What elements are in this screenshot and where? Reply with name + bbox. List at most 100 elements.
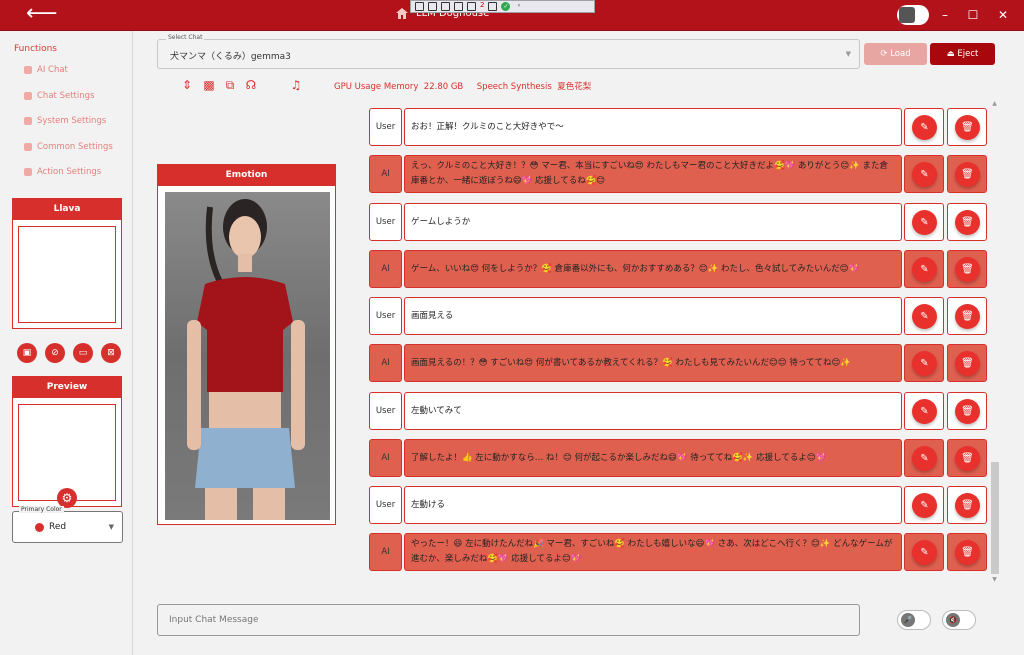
speaker-icon[interactable]: ♫ <box>289 78 303 92</box>
delete-button[interactable]: 🗑 <box>947 533 987 571</box>
role-badge: AI <box>369 250 402 288</box>
sidebar-item-ai-chat[interactable]: AI Chat <box>24 65 68 75</box>
sidebar-item-label: Chat Settings <box>37 91 95 101</box>
chat-row: AI やったー！😆 左に動けたんだね🎉 マー君、すごいね🥰 わたしも嬉しいな😄💖… <box>369 531 991 571</box>
llava-image-area <box>18 226 116 323</box>
gpu-label: GPU Usage Memory <box>334 82 419 92</box>
edit-button[interactable]: ✎ <box>904 533 944 571</box>
toolbar-icon[interactable] <box>441 2 450 11</box>
message-text: 左動いてみて <box>404 392 902 430</box>
delete-button[interactable]: 🗑 <box>947 297 987 335</box>
delete-button[interactable]: 🗑 <box>947 392 987 430</box>
mic-off-icon: 🎤 <box>901 613 915 627</box>
top-toggle[interactable] <box>897 5 929 25</box>
edit-button[interactable]: ✎ <box>904 439 944 477</box>
settings-gear-icon[interactable]: ⚙ <box>57 488 77 508</box>
role-badge: AI <box>369 439 402 477</box>
edit-button[interactable]: ✎ <box>904 392 944 430</box>
minimize-button[interactable]: – <box>932 5 958 25</box>
edit-button[interactable]: ✎ <box>904 486 944 524</box>
trash-icon: 🗑 <box>955 115 980 140</box>
caret-down-icon: ▼ <box>845 50 851 58</box>
palette-icon <box>35 523 44 532</box>
sidebar-item-action-settings[interactable]: Action Settings <box>24 167 101 177</box>
mic-toggle[interactable]: 🎤 <box>897 610 931 630</box>
toolbar-icon[interactable] <box>415 2 424 11</box>
close-button[interactable]: ✕ <box>990 5 1016 25</box>
gpu-value: 22.80 GB <box>423 82 464 92</box>
speaker-toggle[interactable]: 🔇 <box>942 610 976 630</box>
capture-buttons: ▣ ⊘ ▭ ⊠ <box>17 343 121 363</box>
primary-color-select[interactable]: Primary Color Red ▼ <box>12 506 123 543</box>
capture-off-icon[interactable]: ⊘ <box>45 343 65 363</box>
chat-list[interactable]: User おお！正解！クルミのこと大好きやで〜 ✎ 🗑 AI えっ、クルミのこと… <box>369 103 991 585</box>
toolbar-icon[interactable] <box>428 2 437 11</box>
preview-image-area <box>18 404 116 501</box>
edit-button[interactable]: ✎ <box>904 344 944 382</box>
trash-icon: 🗑 <box>955 493 980 518</box>
chevron-left-icon[interactable]: ‹ <box>514 2 523 11</box>
sidebar-item-chat-settings[interactable]: Chat Settings <box>24 91 94 101</box>
select-chat-dropdown[interactable]: Select Chat 犬マンマ（くるみ）gemma3 ▼ <box>157 34 860 69</box>
caret-down-icon: ▼ <box>108 523 114 531</box>
image-search-icon[interactable]: ⧉ <box>223 78 237 92</box>
toolbar-count: 2 <box>480 1 485 9</box>
toolbar-icon[interactable] <box>488 2 498 11</box>
eject-button[interactable]: ⏏ Eject <box>930 43 995 65</box>
chat-input[interactable]: Input Chat Message <box>157 604 860 636</box>
pencil-icon: ✎ <box>912 351 937 376</box>
image-icon[interactable]: ▩ <box>202 78 216 92</box>
scroll-up-icon[interactable]: ▲ <box>989 100 1000 107</box>
gear-icon <box>24 143 32 151</box>
sidebar-item-label: Common Settings <box>37 142 113 152</box>
edit-button[interactable]: ✎ <box>904 250 944 288</box>
edit-button[interactable]: ✎ <box>904 297 944 335</box>
message-text: 画面見える <box>404 297 902 335</box>
edit-button[interactable]: ✎ <box>904 108 944 146</box>
no-image-icon[interactable]: ⊠ <box>101 343 121 363</box>
toolbar-icon[interactable] <box>454 2 463 11</box>
pencil-icon: ✎ <box>912 162 937 187</box>
trash-icon: 🗑 <box>955 540 980 565</box>
trash-icon: 🗑 <box>955 399 980 424</box>
trash-icon: 🗑 <box>955 446 980 471</box>
voice-icon[interactable]: ☊ <box>244 78 258 92</box>
maximize-button[interactable]: ☐ <box>960 5 986 25</box>
pencil-icon: ✎ <box>912 115 937 140</box>
toolbar-icon[interactable] <box>467 2 476 11</box>
edit-button[interactable]: ✎ <box>904 203 944 241</box>
check-icon[interactable]: ✓ <box>501 2 511 11</box>
scrollbar-thumb[interactable] <box>991 462 999 574</box>
delete-button[interactable]: 🗑 <box>947 203 987 241</box>
scroll-down-icon[interactable]: ▼ <box>989 576 1000 583</box>
trash-icon: 🗑 <box>955 162 980 187</box>
delete-button[interactable]: 🗑 <box>947 344 987 382</box>
delete-button[interactable]: 🗑 <box>947 250 987 288</box>
chat-icon <box>24 66 32 74</box>
message-text: おお！正解！クルミのこと大好きやで〜 <box>404 108 902 146</box>
delete-button[interactable]: 🗑 <box>947 108 987 146</box>
chat-input-placeholder: Input Chat Message <box>169 615 259 625</box>
status-line: GPU Usage Memory 22.80 GB Speech Synthes… <box>334 80 591 92</box>
back-arrow-icon[interactable]: ⟵ <box>26 2 58 28</box>
edit-button[interactable]: ✎ <box>904 155 944 193</box>
select-chat-label: Select Chat <box>166 34 205 41</box>
load-button[interactable]: ⟳ Load <box>864 43 927 65</box>
delete-button[interactable]: 🗑 <box>947 155 987 193</box>
sidebar-item-common-settings[interactable]: Common Settings <box>24 142 113 152</box>
chat-row: User おお！正解！クルミのこと大好きやで〜 ✎ 🗑 <box>369 106 991 146</box>
compress-icon[interactable]: ⇕ <box>180 78 194 92</box>
delete-button[interactable]: 🗑 <box>947 439 987 477</box>
pencil-icon: ✎ <box>912 446 937 471</box>
window-icon[interactable]: ▭ <box>73 343 93 363</box>
chat-scrollbar[interactable]: ▲ ▼ <box>989 100 1000 588</box>
role-badge: User <box>369 392 402 430</box>
role-badge: User <box>369 297 402 335</box>
character-image <box>165 192 330 520</box>
delete-button[interactable]: 🗑 <box>947 486 987 524</box>
speech-label: Speech Synthesis <box>476 82 552 92</box>
message-text: 画面見えるの！？😳 すごいね😍 何が書いてあるか教えてくれる？🥰 わたしも見てみ… <box>404 344 902 382</box>
screen-capture-icon[interactable]: ▣ <box>17 343 37 363</box>
sidebar-item-system-settings[interactable]: System Settings <box>24 116 106 126</box>
role-badge: AI <box>369 155 402 193</box>
